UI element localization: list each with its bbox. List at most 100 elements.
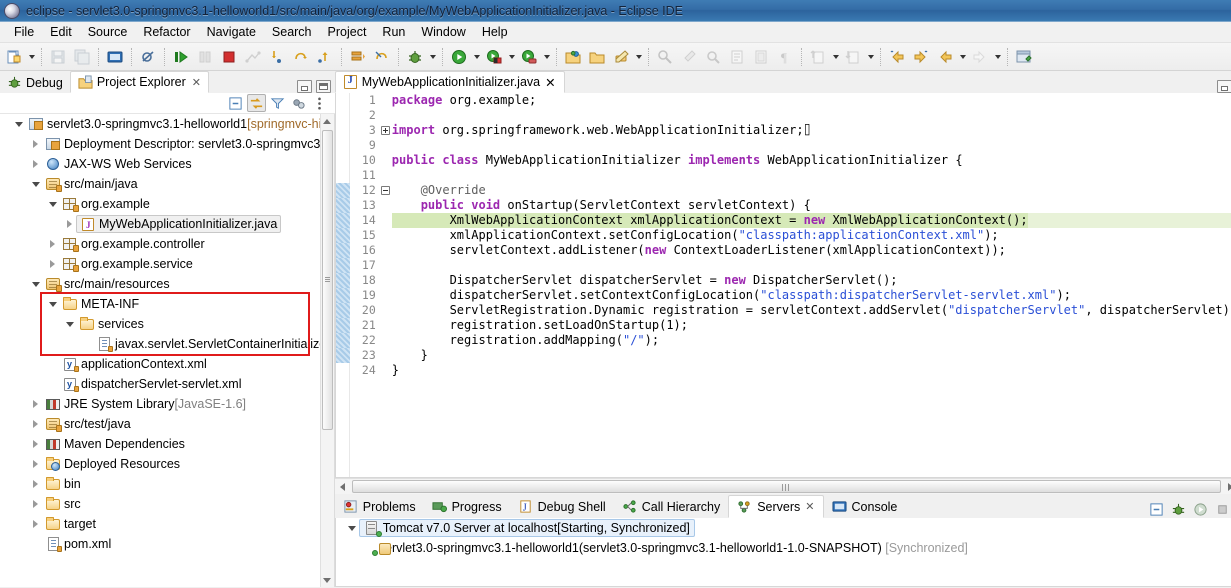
- menu-item-help[interactable]: Help: [474, 23, 516, 41]
- view-menu-filter-button[interactable]: [268, 94, 287, 112]
- run-launch-button[interactable]: [448, 46, 470, 68]
- tree-twisty[interactable]: [46, 254, 59, 274]
- tree-twisty[interactable]: [46, 234, 59, 254]
- tree-row[interactable]: JRE System Library [JavaSE-1.6]: [0, 394, 334, 414]
- project-tree[interactable]: servlet3.0-springmvc3.1-helloworld1 [spr…: [0, 114, 335, 587]
- start-server-button[interactable]: [1191, 500, 1210, 518]
- forward-button[interactable]: [969, 46, 991, 68]
- fold-collapse-icon[interactable]: [380, 186, 390, 195]
- hscroll-right-arrow[interactable]: [1223, 480, 1231, 493]
- back-button[interactable]: [934, 46, 956, 68]
- new-java-class-button-dropdown[interactable]: [633, 46, 644, 68]
- scroll-up-arrow[interactable]: [321, 114, 334, 128]
- menu-item-run[interactable]: Run: [374, 23, 413, 41]
- debug-server-button[interactable]: [1169, 500, 1188, 518]
- collapse-all-button[interactable]: [226, 94, 245, 112]
- menu-item-project[interactable]: Project: [320, 23, 375, 41]
- scroll-down-arrow[interactable]: [321, 573, 334, 587]
- server-row[interactable]: Tomcat v7.0 Server at localhost [Startin…: [336, 518, 1231, 538]
- tree-twisty[interactable]: [63, 314, 76, 334]
- new-java-project-button[interactable]: [562, 46, 584, 68]
- save-all-button[interactable]: [71, 46, 93, 68]
- previous-edit-location-button[interactable]: [807, 46, 829, 68]
- menu-item-edit[interactable]: Edit: [42, 23, 80, 41]
- tree-twisty[interactable]: [29, 414, 42, 434]
- menu-item-source[interactable]: Source: [80, 23, 136, 41]
- tree-row[interactable]: pom.xml: [0, 534, 334, 554]
- view-menu-button[interactable]: [310, 94, 329, 112]
- hscroll-thumb[interactable]: [351, 480, 1222, 493]
- show-whitespace-button[interactable]: ¶: [774, 46, 796, 68]
- tree-row[interactable]: javax.servlet.ServletContainerInitialize…: [0, 334, 334, 354]
- tree-twisty[interactable]: [29, 174, 42, 194]
- new-java-class-button[interactable]: [610, 46, 632, 68]
- step-into-button[interactable]: [266, 46, 288, 68]
- servers-list[interactable]: Tomcat v7.0 Server at localhost [Startin…: [334, 518, 1231, 587]
- tree-row[interactable]: src/test/java: [0, 414, 334, 434]
- next-edit-location-button-dropdown[interactable]: [865, 46, 876, 68]
- focus-on-active-task-button[interactable]: [289, 94, 308, 112]
- tree-row[interactable]: META-INF: [0, 294, 334, 314]
- tree-twisty[interactable]: [29, 394, 42, 414]
- new-wizard-button-dropdown[interactable]: [26, 46, 37, 68]
- open-perspective-button[interactable]: [1013, 46, 1035, 68]
- debug-launch-button-dropdown[interactable]: [427, 46, 438, 68]
- tree-twisty[interactable]: [29, 514, 42, 534]
- next-edit-location-button[interactable]: [842, 46, 864, 68]
- step-return-button[interactable]: [314, 46, 336, 68]
- tree-row[interactable]: target: [0, 514, 334, 534]
- tree-row[interactable]: src: [0, 494, 334, 514]
- tree-row[interactable]: JAX-WS Web Services: [0, 154, 334, 174]
- tree-row[interactable]: org.example: [0, 194, 334, 214]
- menu-item-window[interactable]: Window: [413, 23, 473, 41]
- minimize-view-button[interactable]: [296, 80, 312, 93]
- tree-row[interactable]: services: [0, 314, 334, 334]
- open-type-button[interactable]: [654, 46, 676, 68]
- tree-twisty[interactable]: [29, 134, 42, 154]
- step-over-button[interactable]: [290, 46, 312, 68]
- folding-ruler[interactable]: [379, 93, 392, 477]
- view-tab-project-explorer[interactable]: Project Explorer ✕: [69, 71, 209, 93]
- tree-twisty[interactable]: [12, 114, 25, 134]
- forward-button-dropdown[interactable]: [992, 46, 1003, 68]
- hscroll-left-arrow[interactable]: [336, 480, 350, 493]
- suspend-button[interactable]: [194, 46, 216, 68]
- server-twisty[interactable]: [346, 518, 359, 538]
- annotation-ruler[interactable]: [335, 93, 350, 477]
- resume-button[interactable]: [170, 46, 192, 68]
- use-step-filters-button[interactable]: [371, 46, 393, 68]
- bottom-tab-console[interactable]: Console: [824, 495, 906, 518]
- menu-item-refactor[interactable]: Refactor: [135, 23, 198, 41]
- tree-row[interactable]: y applicationContext.xml: [0, 354, 334, 374]
- tree-twisty[interactable]: [46, 194, 59, 214]
- tree-row[interactable]: bin: [0, 474, 334, 494]
- forward-annotation-button[interactable]: [910, 46, 932, 68]
- skip-breakpoints-button[interactable]: [137, 46, 159, 68]
- view-tab-debug[interactable]: Debug: [0, 71, 70, 93]
- run-external-tools-button-dropdown[interactable]: [541, 46, 552, 68]
- tree-row[interactable]: J MyWebApplicationInitializer.java: [0, 214, 334, 234]
- bottom-tab-debug-shell[interactable]: J Debug Shell: [510, 495, 614, 518]
- search-button[interactable]: [702, 46, 724, 68]
- bottom-tab-call-hierarchy[interactable]: Call Hierarchy: [614, 495, 729, 518]
- server-row[interactable]: servlet3.0-springmvc3.1-helloworld1(serv…: [336, 538, 1231, 558]
- next-annotation-button[interactable]: [726, 46, 748, 68]
- disconnect-button[interactable]: [242, 46, 264, 68]
- menu-item-file[interactable]: File: [6, 23, 42, 41]
- code-text[interactable]: package org.example; import org.springfr…: [391, 93, 1231, 477]
- tree-twisty[interactable]: [29, 474, 42, 494]
- tree-twisty[interactable]: [29, 274, 42, 294]
- tree-row[interactable]: src/main/resources: [0, 274, 334, 294]
- tree-row[interactable]: org.example.controller: [0, 234, 334, 254]
- tree-vertical-scrollbar[interactable]: [319, 114, 334, 587]
- back-annotation-button[interactable]: [886, 46, 908, 68]
- close-icon[interactable]: ✕: [192, 76, 201, 89]
- clean-button[interactable]: [678, 46, 700, 68]
- editor-horizontal-scrollbar[interactable]: [334, 478, 1231, 494]
- tree-row[interactable]: servlet3.0-springmvc3.1-helloworld1 [spr…: [0, 114, 334, 134]
- editor-tab-mywebapplicationinitializer[interactable]: MyWebApplicationInitializer.java ✕: [334, 71, 565, 93]
- drop-to-frame-button[interactable]: [347, 46, 369, 68]
- maximize-view-button[interactable]: [315, 80, 331, 93]
- code-editor[interactable]: 1 2 3 9 10 11 12 13 14 15 16 17 18 19 20 21 22 23 24 packa…: [334, 93, 1231, 478]
- tree-twisty[interactable]: [29, 434, 42, 454]
